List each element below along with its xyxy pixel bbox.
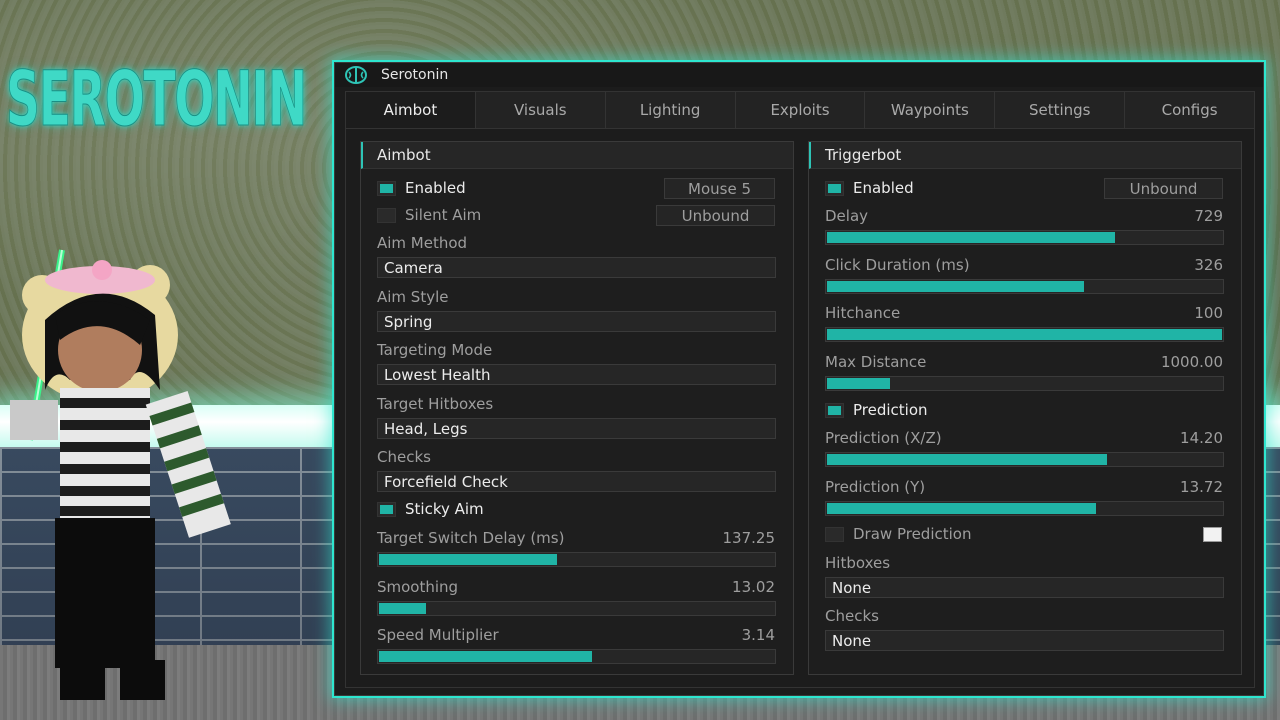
smoothing-value: 13.02 (732, 578, 775, 596)
slider-fill (827, 378, 891, 389)
aim-method-label: Aim Method (377, 234, 468, 252)
window-title: Serotonin (381, 67, 449, 83)
tab-waypoints[interactable]: Waypoints (865, 91, 996, 129)
triggerbot-enabled-keybind[interactable]: Unbound (1104, 178, 1223, 199)
click-duration-slider[interactable] (825, 279, 1224, 294)
target-hitboxes-dropdown[interactable]: Head, Legs (377, 418, 776, 439)
serotonin-menu-window[interactable]: Serotonin Aimbot Visuals Lighting Exploi… (334, 62, 1264, 696)
tab-configs[interactable]: Configs (1125, 91, 1256, 129)
target-switch-delay-slider[interactable] (377, 552, 776, 567)
smoothing-label: Smoothing (377, 578, 459, 596)
hitchance-slider[interactable] (825, 327, 1224, 342)
draw-prediction-label: Draw Prediction (853, 525, 972, 543)
slider-fill (379, 651, 593, 662)
slider-fill (379, 554, 557, 565)
title-bar[interactable]: Serotonin (335, 63, 1263, 87)
sticky-aim-checkbox[interactable] (377, 502, 396, 517)
aimbot-enabled-keybind[interactable]: Mouse 5 (664, 178, 775, 199)
slider-fill (827, 232, 1116, 243)
aim-style-label: Aim Style (377, 288, 449, 306)
prediction-xz-slider[interactable] (825, 452, 1224, 467)
slider-fill (379, 603, 427, 614)
delay-value: 729 (1194, 207, 1223, 225)
speed-multiplier-label: Speed Multiplier (377, 626, 499, 644)
hitchance-value: 100 (1194, 304, 1223, 322)
tab-bar: Aimbot Visuals Lighting Exploits Waypoin… (345, 91, 1256, 129)
target-switch-delay-label: Target Switch Delay (ms) (377, 529, 565, 547)
sticky-aim-label: Sticky Aim (405, 500, 484, 518)
hitboxes-dropdown[interactable]: None (825, 577, 1224, 598)
speed-multiplier-value: 3.14 (741, 626, 775, 644)
tab-exploits[interactable]: Exploits (735, 91, 866, 129)
aimbot-checks-dropdown[interactable]: Forcefield Check (377, 471, 776, 492)
aimbot-panel: Aimbot Enabled Mouse 5 Silent Aim Unboun… (360, 141, 794, 675)
delay-label: Delay (825, 207, 869, 225)
aim-method-dropdown[interactable]: Camera (377, 257, 776, 278)
aimbot-enabled-checkbox[interactable] (377, 181, 396, 196)
tab-settings[interactable]: Settings (995, 91, 1126, 129)
silent-aim-checkbox[interactable] (377, 208, 396, 223)
prediction-y-slider[interactable] (825, 501, 1224, 516)
triggerbot-enabled-checkbox[interactable] (825, 181, 844, 196)
draw-prediction-color-picker[interactable] (1203, 527, 1222, 542)
click-duration-value: 326 (1194, 256, 1223, 274)
prediction-xz-value: 14.20 (1180, 429, 1223, 447)
brain-icon (344, 66, 368, 84)
aimbot-panel-header: Aimbot (361, 142, 793, 169)
aimbot-enabled-label: Enabled (405, 179, 466, 197)
targeting-mode-dropdown[interactable]: Lowest Health (377, 364, 776, 385)
hitboxes-label: Hitboxes (825, 554, 891, 572)
max-distance-value: 1000.00 (1160, 353, 1223, 371)
slider-fill (827, 503, 1096, 514)
draw-prediction-checkbox[interactable] (825, 527, 844, 542)
tab-content: Aimbot Enabled Mouse 5 Silent Aim Unboun… (345, 128, 1255, 688)
silent-aim-label: Silent Aim (405, 206, 482, 224)
slider-fill (827, 454, 1108, 465)
prediction-y-value: 13.72 (1180, 478, 1223, 496)
roblox-avatar (10, 249, 231, 700)
triggerbot-checks-dropdown[interactable]: None (825, 630, 1224, 651)
target-switch-delay-value: 137.25 (722, 529, 776, 547)
silent-aim-keybind[interactable]: Unbound (656, 205, 775, 226)
tab-lighting[interactable]: Lighting (605, 91, 736, 129)
triggerbot-checks-label: Checks (825, 607, 879, 625)
triggerbot-panel-header: Triggerbot (809, 142, 1241, 169)
slider-fill (827, 281, 1084, 292)
prediction-y-label: Prediction (Y) (825, 478, 926, 496)
max-distance-slider[interactable] (825, 376, 1224, 391)
click-duration-label: Click Duration (ms) (825, 256, 970, 274)
triggerbot-panel: Triggerbot Enabled Unbound Delay 729 Cli… (808, 141, 1242, 675)
tab-visuals[interactable]: Visuals (475, 91, 606, 129)
hitchance-label: Hitchance (825, 304, 901, 322)
tab-aimbot[interactable]: Aimbot (345, 91, 476, 129)
prediction-checkbox[interactable] (825, 403, 844, 418)
serotonin-neon-logo: SEROTONIN (6, 54, 308, 144)
slider-fill (827, 329, 1222, 340)
prediction-xz-label: Prediction (X/Z) (825, 429, 942, 447)
aim-style-dropdown[interactable]: Spring (377, 311, 776, 332)
speed-multiplier-slider[interactable] (377, 649, 776, 664)
targeting-mode-label: Targeting Mode (377, 341, 493, 359)
prediction-label: Prediction (853, 401, 928, 419)
delay-slider[interactable] (825, 230, 1224, 245)
max-distance-label: Max Distance (825, 353, 927, 371)
smoothing-slider[interactable] (377, 601, 776, 616)
triggerbot-enabled-label: Enabled (853, 179, 914, 197)
aimbot-checks-label: Checks (377, 448, 431, 466)
target-hitboxes-label: Target Hitboxes (377, 395, 494, 413)
